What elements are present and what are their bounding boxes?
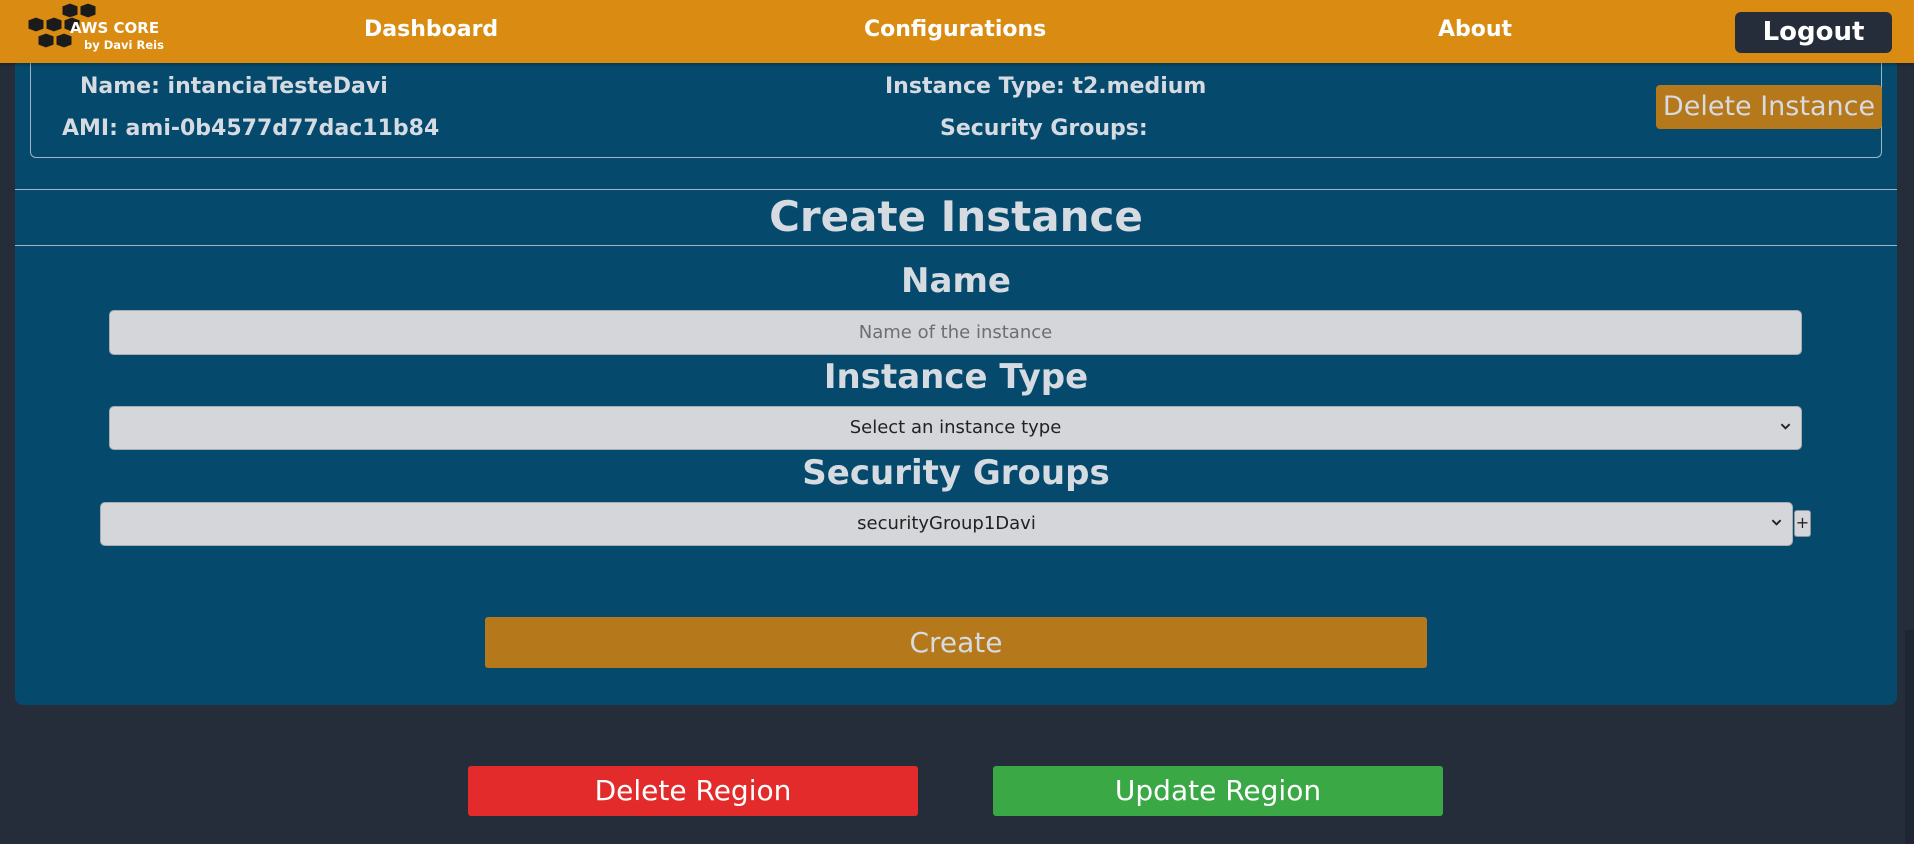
instance-name-input[interactable] — [109, 310, 1802, 355]
instance-type-label: Instance Type — [823, 357, 1089, 397]
chevron-down-icon — [1780, 423, 1791, 430]
logo-title: AWS CORE — [70, 19, 160, 37]
main-panel: Name: intanciaTesteDavi AMI: ami-0b4577d… — [15, 0, 1897, 705]
instance-security-groups: Security Groups: — [940, 116, 1148, 141]
security-groups-label: Security Groups — [802, 453, 1110, 493]
create-button[interactable]: Create — [485, 617, 1427, 668]
nav-configurations[interactable]: Configurations — [864, 17, 1046, 42]
security-group-selected: securityGroup1Davi — [857, 513, 1036, 534]
create-instance-title: Create Instance — [769, 192, 1143, 241]
aws-core-logo[interactable]: AWS CORE by Davi Reis — [26, 2, 166, 58]
logo-subtitle: by Davi Reis — [84, 38, 164, 52]
chevron-down-icon — [1771, 519, 1782, 526]
instance-name: Name: intanciaTesteDavi — [80, 74, 388, 99]
update-region-button[interactable]: Update Region — [993, 766, 1443, 816]
instance-type: Instance Type: t2.medium — [885, 74, 1207, 99]
scrollbar[interactable] — [1905, 630, 1914, 844]
security-groups-select[interactable]: securityGroup1Davi — [100, 502, 1793, 546]
instance-ami: AMI: ami-0b4577d77dac11b84 — [62, 116, 440, 141]
instance-type-select[interactable]: Select an instance type — [109, 406, 1802, 450]
name-label: Name — [901, 261, 1011, 301]
delete-region-button[interactable]: Delete Region — [468, 766, 918, 816]
add-security-group-button[interactable]: + — [1794, 510, 1811, 537]
instance-type-selected: Select an instance type — [849, 417, 1062, 438]
logout-button[interactable]: Logout — [1735, 12, 1892, 53]
nav-about[interactable]: About — [1438, 17, 1512, 42]
navbar: AWS CORE by Davi Reis Dashboard Configur… — [0, 0, 1914, 63]
divider-bottom — [15, 245, 1897, 246]
divider-top — [15, 189, 1897, 190]
delete-instance-button[interactable]: Delete Instance — [1656, 85, 1882, 129]
nav-dashboard[interactable]: Dashboard — [364, 17, 498, 42]
